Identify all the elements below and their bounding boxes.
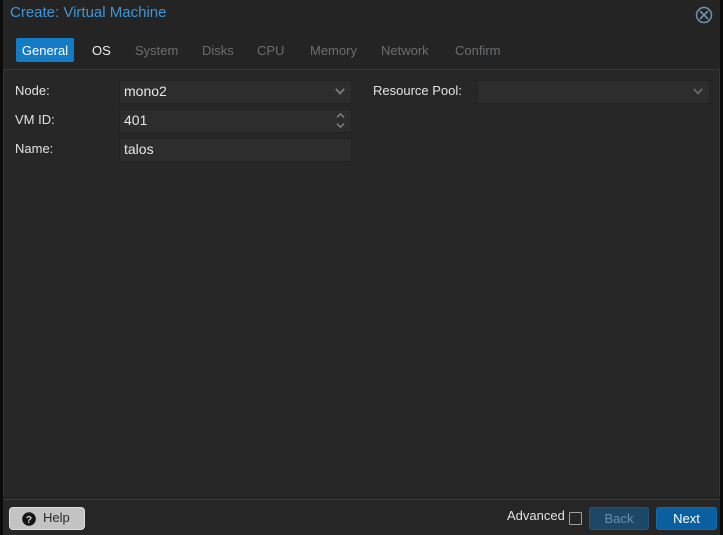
svg-text:?: ? <box>26 514 32 526</box>
